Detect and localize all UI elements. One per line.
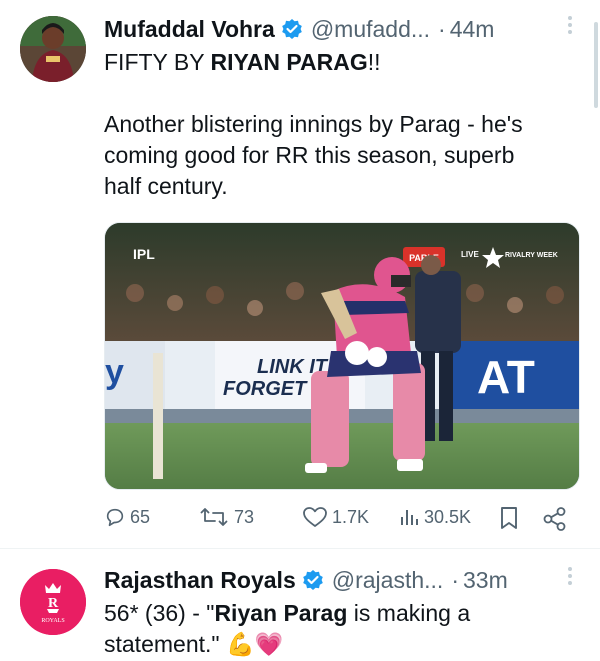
share-icon: [543, 507, 566, 531]
separator-dot: ·: [451, 566, 459, 593]
tweet-line: coming good for RR this season, superb: [104, 142, 515, 168]
avatar-text: ROYALS: [41, 618, 64, 624]
views-icon: [401, 510, 418, 525]
tweet-rajasthan-royals[interactable]: R ROYALS Rajasthan Royals @rajasth... · …: [0, 549, 600, 661]
emoji: 💪💗: [225, 631, 284, 657]
more-options-icon[interactable]: [560, 567, 580, 585]
bookmark-icon: [501, 507, 517, 529]
tweet-header: Mufaddal Vohra @mufadd... · 44m: [104, 14, 580, 44]
avatar[interactable]: [20, 16, 86, 82]
like-button[interactable]: 1.7K: [302, 506, 369, 528]
ipl-logo: IPL: [133, 246, 155, 262]
avatar-photo: [20, 16, 86, 82]
handle[interactable]: @rajasth...: [332, 567, 444, 594]
tweet-media-image[interactable]: y LINK IT FORGET AT IPL PARLE LIVE RIVAL…: [104, 222, 580, 490]
board-at-text: AT: [477, 351, 535, 403]
tweet-actions: 65 73 1.7K 30.5K: [104, 506, 580, 538]
views-button[interactable]: 30.5K: [398, 506, 471, 528]
views-count: 30.5K: [424, 506, 472, 527]
tweet-line: half century.: [104, 173, 228, 199]
timestamp[interactable]: 33m: [463, 567, 508, 594]
reply-icon: [106, 508, 124, 527]
verified-badge-icon: [281, 18, 303, 40]
like-count: 1.7K: [332, 506, 370, 527]
rivalry-week-badge: RIVALRY WEEK: [505, 252, 558, 259]
board-y-text: y: [105, 353, 124, 391]
separator-dot: ·: [438, 15, 446, 42]
share-button[interactable]: [542, 506, 568, 532]
reply-button[interactable]: 65: [104, 506, 150, 528]
handle[interactable]: @mufadd...: [311, 16, 430, 43]
timestamp[interactable]: 44m: [450, 16, 495, 43]
tweet-line: FIFTY BY RIYAN PARAG!!: [104, 49, 381, 75]
tweet-text: 56* (36) - "Riyan Parag is making a stat…: [104, 598, 580, 660]
bookmark-button[interactable]: [498, 506, 520, 530]
retweet-icon: [200, 508, 228, 526]
heart-icon: [303, 507, 327, 527]
tweet-line: Another blistering innings by Parag - he…: [104, 111, 523, 137]
tweet-header: Rajasthan Royals @rajasth... · 33m: [104, 565, 580, 595]
tweet-mufaddal[interactable]: Mufaddal Vohra @mufadd... · 44m FIFTY BY…: [0, 0, 600, 548]
rr-crest-logo: R ROYALS: [20, 569, 86, 635]
verified-badge-icon: [302, 569, 324, 591]
more-options-icon[interactable]: [560, 16, 580, 34]
tweet-text: FIFTY BY RIYAN PARAG!! Another blisterin…: [104, 47, 580, 202]
player-name: RIYAN PARAG: [210, 49, 368, 75]
avatar[interactable]: R ROYALS: [20, 569, 86, 635]
tweet-line: statement." 💪💗: [104, 631, 284, 657]
scrollbar-thumb[interactable]: [594, 22, 598, 108]
retweet-button[interactable]: 73: [200, 506, 254, 528]
tweet-line: 56* (36) - "Riyan Parag is making a: [104, 600, 471, 626]
display-name[interactable]: Mufaddal Vohra: [104, 16, 275, 43]
display-name[interactable]: Rajasthan Royals: [104, 567, 296, 594]
live-badge: LIVE: [461, 250, 479, 259]
svg-text:R: R: [48, 596, 59, 611]
player-name: Riyan Parag: [214, 600, 348, 626]
reply-count: 65: [130, 506, 151, 527]
board-text: FORGET: [223, 378, 308, 400]
retweet-count: 73: [234, 506, 255, 527]
